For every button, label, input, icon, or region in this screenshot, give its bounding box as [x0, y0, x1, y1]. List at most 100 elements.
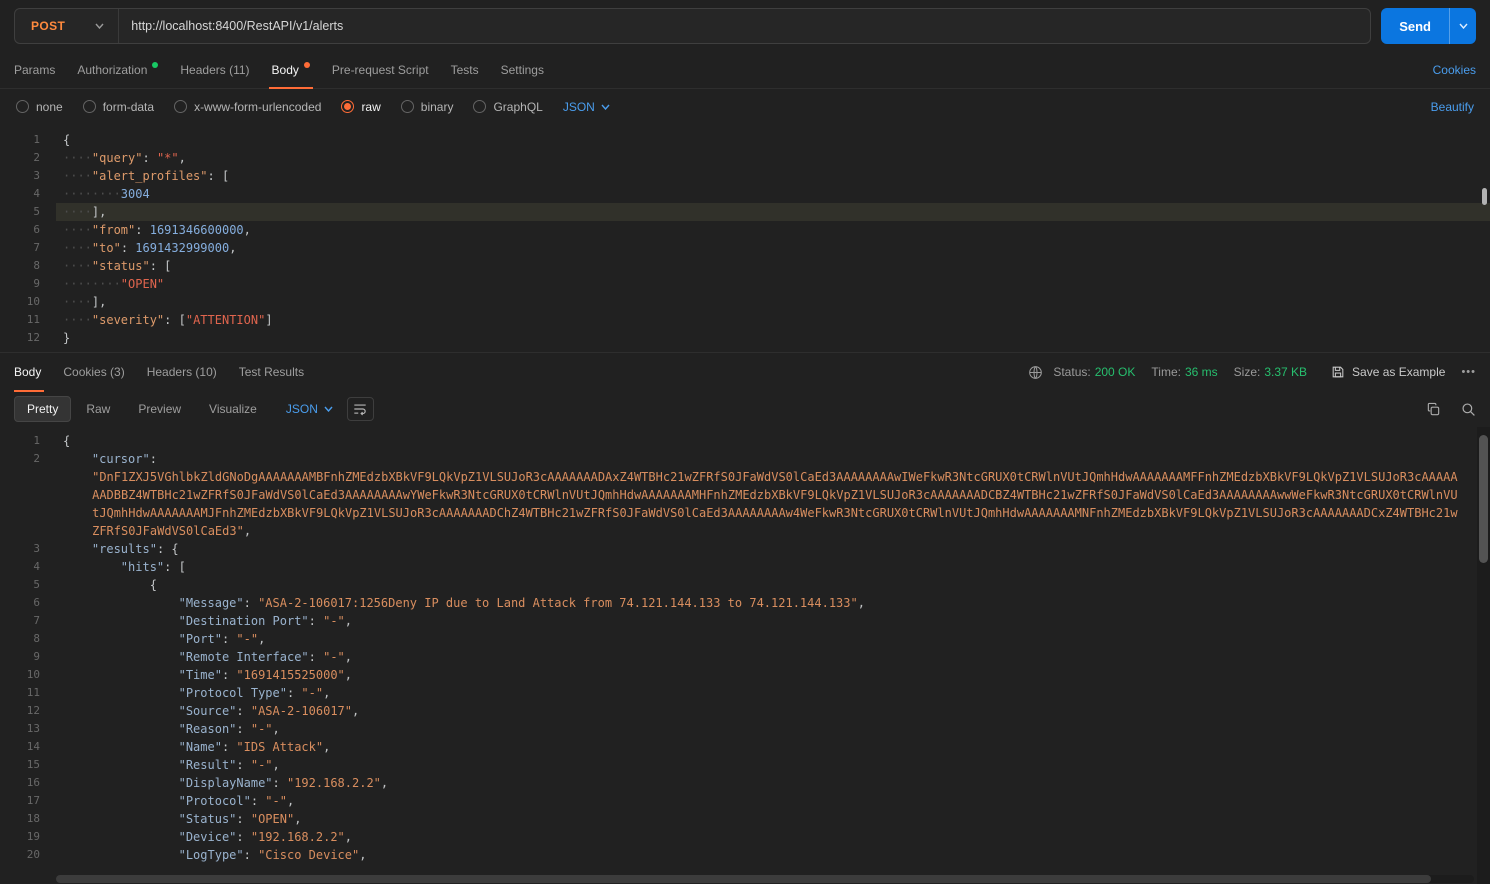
- size-metric: Size:3.37 KB: [1234, 365, 1307, 379]
- method-label: POST: [31, 19, 65, 33]
- time-metric: Time:36 ms: [1151, 365, 1217, 379]
- radio-raw[interactable]: raw: [341, 100, 380, 114]
- code-line: 8 "Port": "-",: [0, 630, 1490, 648]
- send-label: Send: [1399, 19, 1431, 34]
- radio-none[interactable]: none: [16, 100, 63, 114]
- tab-prerequest-script[interactable]: Pre-request Script: [321, 52, 440, 88]
- search-icon[interactable]: [1461, 402, 1476, 417]
- code-line: 9········"OPEN": [0, 275, 1490, 293]
- view-raw-button[interactable]: Raw: [73, 396, 123, 422]
- save-icon: [1331, 365, 1345, 379]
- response-body-viewer[interactable]: 1{2 "cursor":"DnF1ZXJ5VGhlbkZldGNoDgAAAA…: [0, 427, 1490, 884]
- code-line: 10····],: [0, 293, 1490, 311]
- send-button-group: Send: [1381, 8, 1476, 44]
- line-number: 5: [0, 576, 56, 594]
- view-visualize-button[interactable]: Visualize: [196, 396, 270, 422]
- response-tab-headers[interactable]: Headers (10): [136, 353, 228, 391]
- code-line: 19 "Device": "192.168.2.2",: [0, 828, 1490, 846]
- code-line: 9 "Remote Interface": "-",: [0, 648, 1490, 666]
- tab-body[interactable]: Body: [261, 52, 321, 88]
- response-actions: [1426, 402, 1476, 417]
- response-code: 1{2 "cursor":"DnF1ZXJ5VGhlbkZldGNoDgAAAA…: [0, 432, 1490, 864]
- view-preview-button[interactable]: Preview: [125, 396, 194, 422]
- horizontal-scrollbar-thumb[interactable]: [56, 875, 1431, 883]
- line-number: 12: [0, 702, 56, 720]
- wrap-text-icon[interactable]: [347, 397, 374, 421]
- time-value: 36 ms: [1185, 365, 1218, 379]
- more-options-icon[interactable]: •••: [1461, 366, 1476, 378]
- response-meta: Status:200 OK Time:36 ms Size:3.37 KB Sa…: [1028, 365, 1476, 380]
- save-as-example-button[interactable]: Save as Example: [1331, 365, 1445, 379]
- line-number: 17: [0, 792, 56, 810]
- code-line: 5····],: [0, 203, 1490, 221]
- code-line: 12 "Source": "ASA-2-106017",: [0, 702, 1490, 720]
- url-container: POST http://localhost:8400/RestAPI/v1/al…: [14, 8, 1371, 44]
- send-button[interactable]: Send: [1381, 8, 1449, 44]
- line-number: 4: [0, 185, 56, 203]
- code-line: 7····"to": 1691432999000,: [0, 239, 1490, 257]
- view-pretty-button[interactable]: Pretty: [14, 396, 71, 422]
- code-line: 18 "Status": "OPEN",: [0, 810, 1490, 828]
- radio-urlencoded[interactable]: x-www-form-urlencoded: [174, 100, 321, 114]
- request-editor-scrollbar[interactable]: [1482, 188, 1487, 205]
- method-select[interactable]: POST: [15, 9, 118, 43]
- line-number: 9: [0, 275, 56, 293]
- line-number: 8: [0, 630, 56, 648]
- line-number: 20: [0, 846, 56, 864]
- radio-graphql[interactable]: GraphQL: [473, 100, 542, 114]
- tab-authorization[interactable]: Authorization: [66, 52, 169, 88]
- request-code: 1{2····"query": "*",3····"alert_profiles…: [0, 131, 1490, 347]
- code-line: 17 "Protocol": "-",: [0, 792, 1490, 810]
- line-number: 7: [0, 239, 56, 257]
- response-language-select[interactable]: JSON: [286, 402, 333, 416]
- response-tab-body[interactable]: Body: [14, 353, 52, 391]
- request-body-editor[interactable]: 1{2····"query": "*",3····"alert_profiles…: [0, 124, 1490, 353]
- radio-icon: [16, 100, 29, 113]
- line-number: 19: [0, 828, 56, 846]
- response-tab-test-results[interactable]: Test Results: [228, 353, 315, 391]
- chevron-down-icon: [95, 23, 104, 29]
- line-number: 3: [0, 167, 56, 185]
- green-dot-icon: [152, 62, 158, 68]
- send-options-button[interactable]: [1449, 8, 1476, 44]
- copy-icon[interactable]: [1426, 402, 1441, 417]
- code-line: 1{: [0, 131, 1490, 149]
- code-line: "DnF1ZXJ5VGhlbkZldGNoDgAAAAAAAMBFnhZMEdz…: [0, 468, 1490, 540]
- status-value: 200 OK: [1095, 365, 1136, 379]
- code-line: 20 "LogType": "Cisco Device",: [0, 846, 1490, 864]
- code-line: 7 "Destination Port": "-",: [0, 612, 1490, 630]
- response-tab-cookies[interactable]: Cookies (3): [52, 353, 135, 391]
- chevron-down-icon: [1459, 23, 1468, 29]
- tab-settings[interactable]: Settings: [490, 52, 555, 88]
- code-line: 14 "Name": "IDS Attack",: [0, 738, 1490, 756]
- code-line: 12}: [0, 329, 1490, 347]
- radio-binary[interactable]: binary: [401, 100, 454, 114]
- globe-icon[interactable]: [1028, 365, 1043, 380]
- tab-headers[interactable]: Headers (11): [169, 52, 260, 88]
- code-line: 3····"alert_profiles": [: [0, 167, 1490, 185]
- line-number: 15: [0, 756, 56, 774]
- cookies-link[interactable]: Cookies: [1433, 63, 1476, 77]
- body-type-bar: none form-data x-www-form-urlencoded raw…: [0, 89, 1490, 124]
- request-language-select[interactable]: JSON: [563, 100, 610, 114]
- request-url-bar: POST http://localhost:8400/RestAPI/v1/al…: [0, 0, 1490, 52]
- line-number: 2: [0, 450, 56, 468]
- radio-form-data[interactable]: form-data: [83, 100, 154, 114]
- code-line: 10 "Time": "1691415525000",: [0, 666, 1490, 684]
- response-header: Body Cookies (3) Headers (10) Test Resul…: [0, 353, 1490, 391]
- code-line: 8····"status": [: [0, 257, 1490, 275]
- line-number: 14: [0, 738, 56, 756]
- horizontal-scrollbar[interactable]: [56, 875, 1474, 883]
- line-number: 12: [0, 329, 56, 347]
- tab-params[interactable]: Params: [14, 52, 66, 88]
- tab-tests[interactable]: Tests: [440, 52, 490, 88]
- code-line: 11····"severity": ["ATTENTION"]: [0, 311, 1490, 329]
- code-line: 2····"query": "*",: [0, 149, 1490, 167]
- chevron-down-icon: [324, 406, 333, 412]
- line-number: 16: [0, 774, 56, 792]
- code-line: 5 {: [0, 576, 1490, 594]
- api-client-window: POST http://localhost:8400/RestAPI/v1/al…: [0, 0, 1490, 884]
- beautify-link[interactable]: Beautify: [1431, 100, 1474, 114]
- response-scrollbar-thumb[interactable]: [1479, 435, 1488, 563]
- url-input[interactable]: http://localhost:8400/RestAPI/v1/alerts: [118, 9, 1370, 43]
